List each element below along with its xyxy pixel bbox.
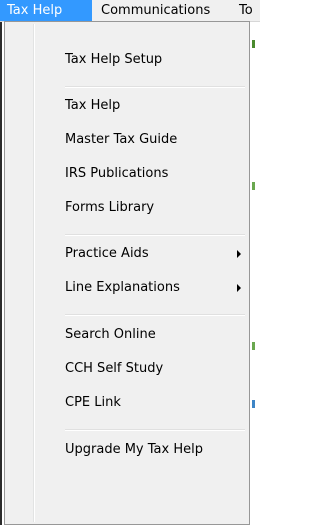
menu-item-label: CCH Self Study bbox=[65, 361, 164, 376]
menu-separator bbox=[65, 234, 245, 236]
background-fragment bbox=[252, 182, 255, 190]
menu-tax-help[interactable]: Tax Help bbox=[0, 0, 92, 21]
menu-bar: Tax Help Communications To bbox=[0, 0, 260, 22]
menu-item-label: IRS Publications bbox=[65, 166, 169, 181]
menu-tools-label: To bbox=[239, 3, 253, 18]
menu-item-master-tax-guide[interactable]: Master Tax Guide bbox=[7, 123, 247, 157]
menu-item-label: Line Explanations bbox=[65, 280, 180, 295]
window-right-edge bbox=[250, 22, 260, 525]
menu-communications[interactable]: Communications bbox=[94, 0, 234, 21]
menu-item-label: Tax Help bbox=[65, 98, 121, 113]
menu-item-cpe-link[interactable]: CPE Link bbox=[7, 386, 247, 420]
menu-communications-label: Communications bbox=[101, 3, 211, 18]
menu-item-label: Upgrade My Tax Help bbox=[65, 442, 203, 457]
tax-help-dropdown-menu: Tax Help Setup Tax Help Master Tax Guide… bbox=[4, 21, 250, 525]
menu-separator bbox=[65, 86, 245, 88]
menu-item-practice-aids[interactable]: Practice Aids bbox=[7, 237, 247, 271]
menu-item-upgrade-my-tax-help[interactable]: Upgrade My Tax Help bbox=[7, 433, 247, 467]
menu-item-tax-help[interactable]: Tax Help bbox=[7, 89, 247, 123]
submenu-arrow-icon bbox=[237, 250, 241, 258]
menu-item-label: Master Tax Guide bbox=[65, 132, 178, 147]
menu-item-label: Practice Aids bbox=[65, 246, 149, 261]
menu-item-tax-help-setup[interactable]: Tax Help Setup bbox=[7, 43, 247, 77]
menu-item-search-online[interactable]: Search Online bbox=[7, 318, 247, 352]
menu-item-label: Tax Help Setup bbox=[65, 52, 163, 67]
background-fragment bbox=[252, 400, 255, 408]
menu-item-label: Forms Library bbox=[65, 200, 155, 215]
menu-item-line-explanations[interactable]: Line Explanations bbox=[7, 271, 247, 305]
menu-item-forms-library[interactable]: Forms Library bbox=[7, 191, 247, 225]
menu-item-irs-publications[interactable]: IRS Publications bbox=[7, 157, 247, 191]
menu-tools[interactable]: To bbox=[232, 0, 260, 21]
submenu-arrow-icon bbox=[237, 284, 241, 292]
menu-item-cch-self-study[interactable]: CCH Self Study bbox=[7, 352, 247, 386]
menu-tax-help-label: Tax Help bbox=[7, 3, 63, 18]
menu-item-label: Search Online bbox=[65, 327, 156, 342]
background-fragment bbox=[252, 40, 255, 48]
menu-separator bbox=[65, 429, 245, 431]
background-fragment bbox=[252, 342, 255, 350]
menu-separator bbox=[65, 314, 245, 316]
menu-item-label: CPE Link bbox=[65, 395, 121, 410]
